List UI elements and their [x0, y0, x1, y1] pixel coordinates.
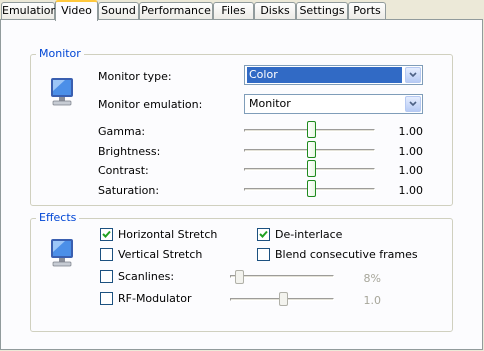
tab-label: Files: [221, 4, 246, 17]
scanlines-value: 8%: [363, 272, 381, 285]
deinterlace-label[interactable]: De-interlace: [275, 228, 342, 241]
scanlines-slider-track[interactable]: [230, 275, 334, 278]
checkmark-icon: [259, 230, 268, 238]
tab-label: Sound: [101, 4, 136, 17]
tab-video[interactable]: Video: [55, 0, 98, 21]
tab-emulation[interactable]: Emulation: [1, 2, 58, 19]
brightness-label: Brightness:: [98, 145, 161, 158]
tab-label: Video: [61, 4, 92, 17]
tab-label: Emulation: [2, 4, 58, 17]
blend-frames-checkbox[interactable]: [257, 248, 270, 261]
monitor-emulation-label: Monitor emulation:: [98, 98, 203, 111]
tab-label: Disks: [260, 4, 290, 17]
monitor-emulation-value: Monitor: [249, 97, 291, 110]
vertical-stretch-label[interactable]: Vertical Stretch: [118, 248, 202, 261]
rf-modulator-value: 1.0: [363, 294, 382, 307]
tab-disks[interactable]: Disks: [254, 2, 296, 19]
horizontal-stretch-checkbox[interactable]: [100, 228, 113, 241]
horizontal-stretch-label[interactable]: Horizontal Stretch: [118, 228, 217, 241]
chevron-down-icon[interactable]: [405, 67, 421, 83]
contrast-value: 1.00: [398, 164, 424, 177]
scanlines-slider-thumb[interactable]: [235, 270, 244, 284]
tab-label: Ports: [353, 4, 381, 17]
gamma-value: 1.00: [398, 125, 424, 138]
gamma-slider-thumb[interactable]: [307, 121, 316, 138]
video-tab-panel: Monitor Monitor type: Color Monitor emul…: [0, 19, 483, 350]
monitor-type-select[interactable]: Color: [244, 65, 423, 85]
gamma-label: Gamma:: [98, 125, 146, 138]
vertical-stretch-checkbox[interactable]: [100, 248, 113, 261]
deinterlace-checkbox[interactable]: [257, 228, 270, 241]
tab-files[interactable]: Files: [213, 2, 254, 19]
saturation-slider-thumb[interactable]: [307, 180, 316, 197]
monitor-emulation-select[interactable]: Monitor: [244, 94, 423, 114]
monitor-type-value: Color: [247, 67, 402, 83]
saturation-label: Saturation:: [98, 184, 160, 197]
effects-group: Effects Horizontal Stretch De-interlace …: [30, 211, 453, 332]
tab-sound[interactable]: Sound: [98, 2, 139, 19]
brightness-slider-thumb[interactable]: [307, 141, 316, 158]
monitor-icon: [51, 239, 73, 267]
scanlines-label[interactable]: Scanlines:: [118, 270, 174, 283]
effects-group-title: Effects: [36, 211, 80, 224]
tab-settings[interactable]: Settings: [296, 2, 348, 19]
scanlines-checkbox[interactable]: [100, 270, 113, 283]
checkmark-icon: [102, 230, 111, 238]
tab-ports[interactable]: Ports: [348, 2, 386, 19]
blend-frames-label[interactable]: Blend consecutive frames: [275, 248, 418, 261]
rf-modulator-slider-thumb[interactable]: [279, 292, 288, 306]
rf-modulator-checkbox[interactable]: [100, 292, 113, 305]
tab-label: Settings: [299, 4, 345, 17]
tab-label: Performance: [141, 4, 211, 17]
rf-modulator-label[interactable]: RF-Modulator: [118, 292, 191, 305]
contrast-label: Contrast:: [98, 164, 149, 177]
monitor-type-label: Monitor type:: [98, 70, 172, 83]
saturation-value: 1.00: [398, 184, 424, 197]
tab-performance[interactable]: Performance: [139, 2, 213, 19]
monitor-group-title: Monitor: [36, 47, 84, 60]
contrast-slider-thumb[interactable]: [307, 160, 316, 177]
tab-strip: Emulation Video Sound Performance Files …: [0, 0, 484, 21]
chevron-down-icon[interactable]: [405, 96, 421, 112]
monitor-group: Monitor Monitor type: Color Monitor emul…: [30, 47, 453, 206]
brightness-value: 1.00: [398, 145, 424, 158]
monitor-icon: [51, 78, 73, 106]
